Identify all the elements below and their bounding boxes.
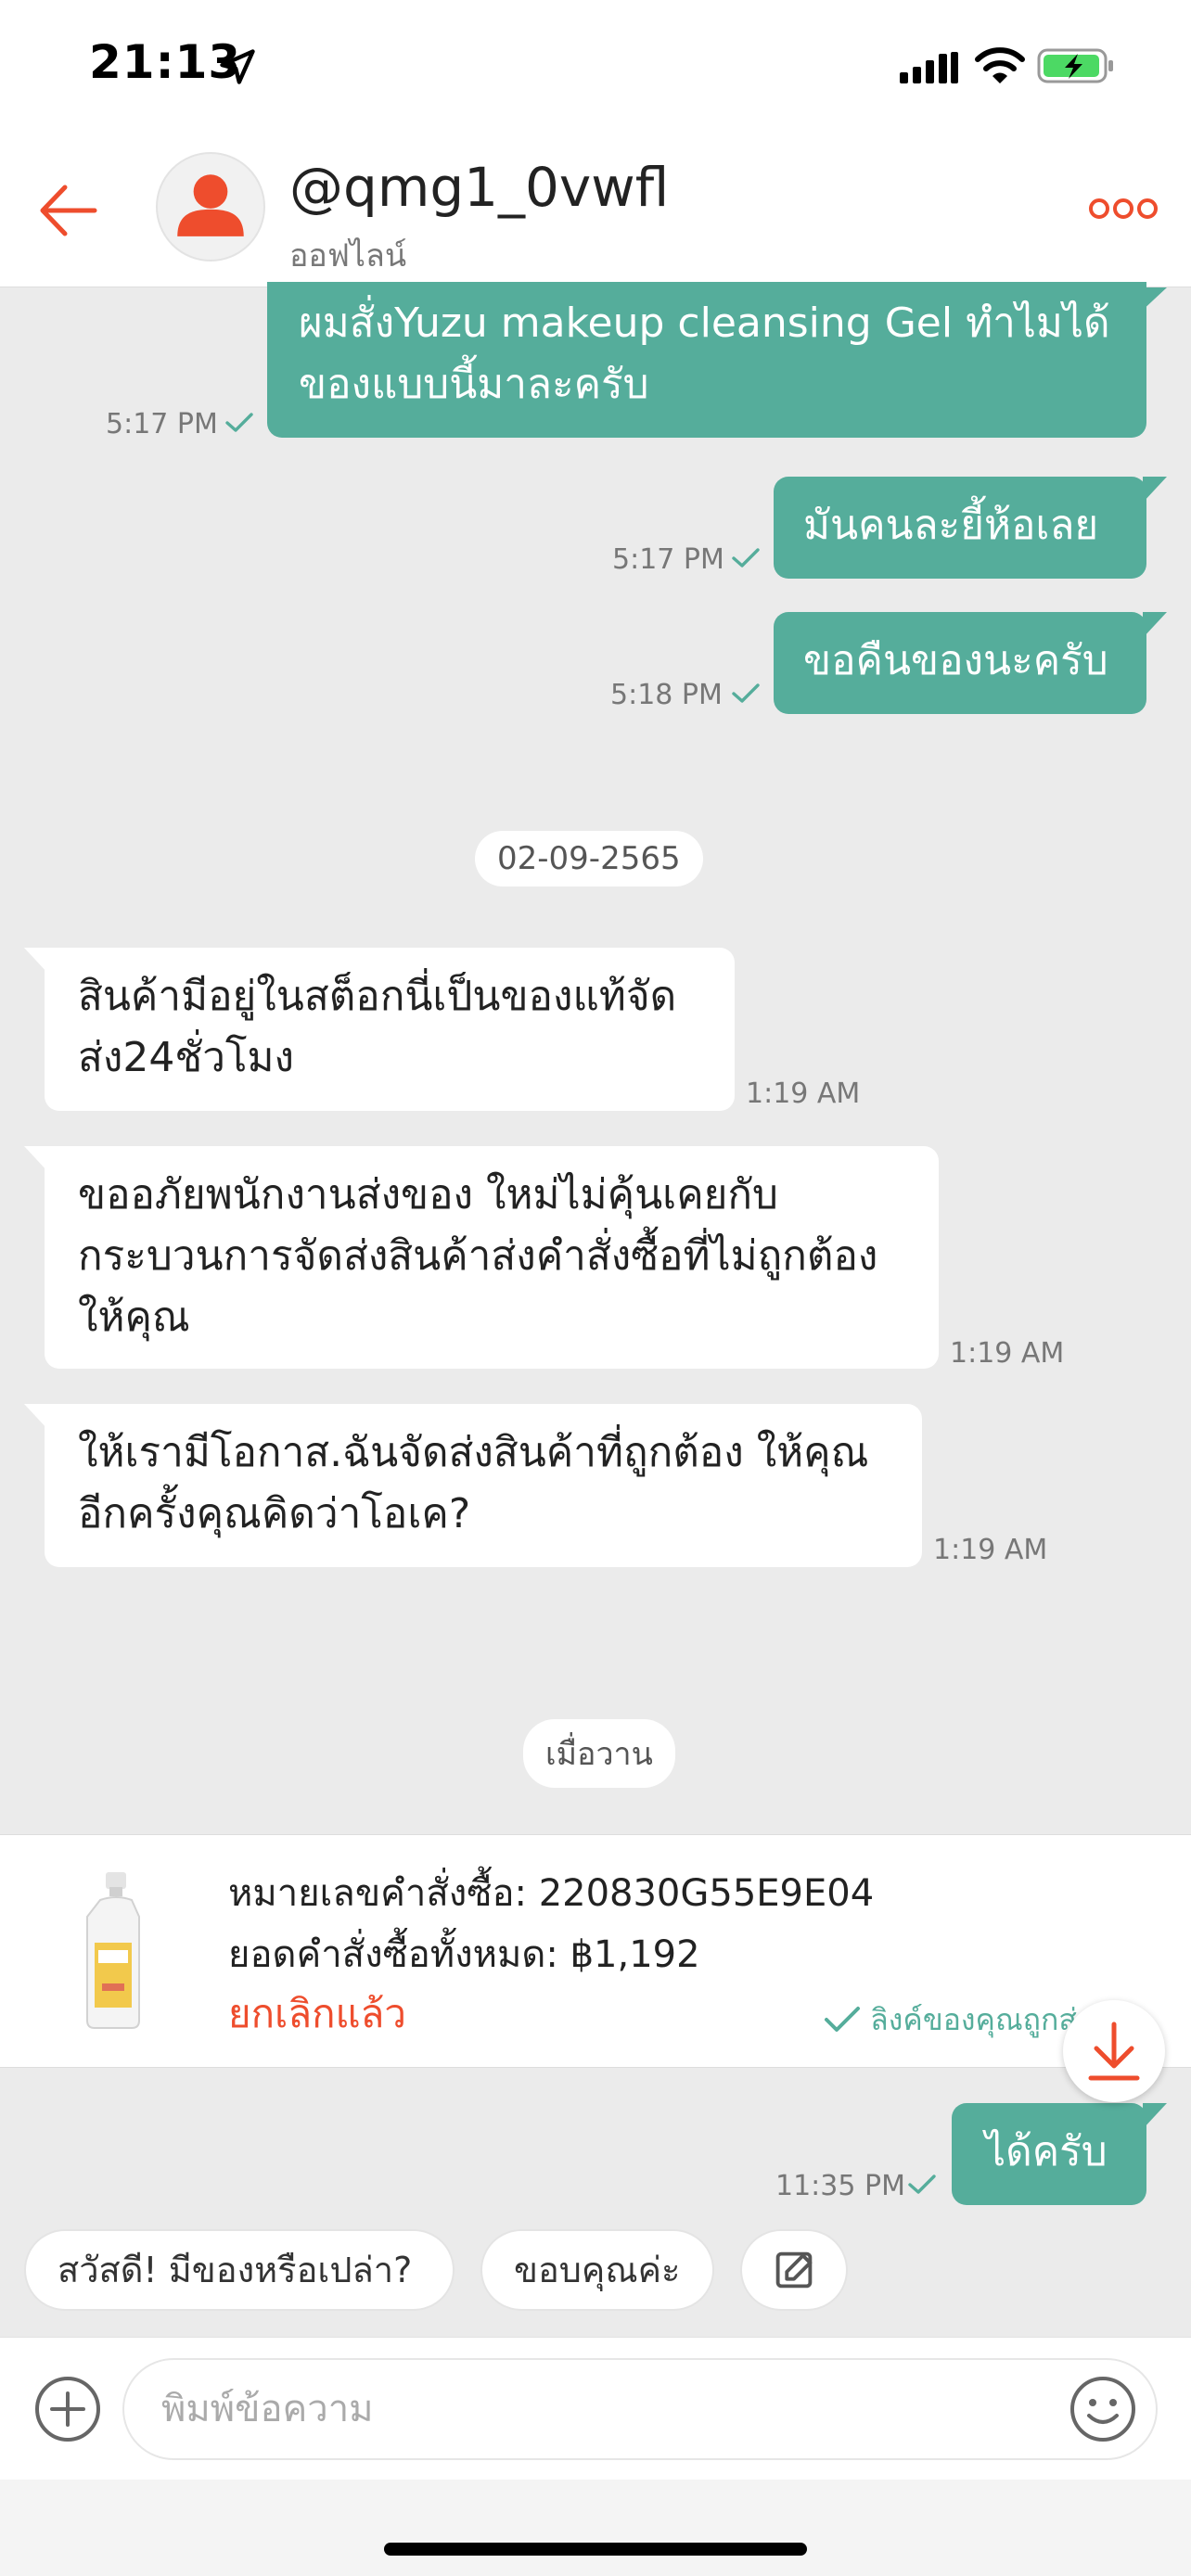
message-time: 5:17 PM (612, 543, 724, 576)
message-text: ได้ครับ (985, 2128, 1108, 2175)
message-time: 1:19 AM (746, 1078, 861, 1110)
bubble-tail (1139, 287, 1167, 313)
bubble-tail (1143, 2103, 1167, 2129)
more-dots-icon[interactable] (1089, 195, 1158, 223)
emoji-icon[interactable] (1069, 2375, 1137, 2443)
message-bubble-outgoing[interactable]: ได้ครับ (952, 2103, 1146, 2205)
product-bottle-image (86, 1872, 140, 2029)
message-text-line: กระบวนการจัดส่งสินค้าส่งคำสั่งซื้อที่ไม่… (78, 1232, 878, 1280)
battery-charging-icon (1037, 48, 1113, 83)
message-bubble-incoming[interactable]: ให้เรามีโอกาส.ฉันจัดส่งสินค้าที่ถูกต้อง … (45, 1404, 922, 1567)
message-time: 11:35 PM (775, 2170, 905, 2202)
order-card[interactable]: หมายเลขคำสั่งซื้อ: 220830G55E9E04 ยอดคำส… (0, 1834, 1191, 2068)
contact-status: ออฟไลน์ (289, 237, 407, 274)
order-number: หมายเลขคำสั่งซื้อ: 220830G55E9E04 (228, 1872, 875, 1915)
avatar-person-icon (177, 174, 244, 236)
message-bubble-outgoing[interactable]: ผมสั่งYuzu makeup cleansing Gel ทำไมได้ … (267, 282, 1146, 438)
message-bubble-outgoing[interactable]: มันคนละยี้ห้อเลย (774, 477, 1146, 579)
quick-reply-chip[interactable]: สวัสดี! มีของหรือเปล่า? (24, 2229, 455, 2311)
check-icon (825, 2007, 860, 2032)
chat-area[interactable]: ผมสั่งYuzu makeup cleansing Gel ทำไมได้ … (0, 282, 1191, 2337)
add-icon[interactable] (33, 2375, 102, 2443)
avatar[interactable] (156, 152, 265, 261)
edit-icon (775, 2251, 813, 2289)
check-icon (225, 413, 253, 432)
message-time: 5:18 PM (610, 679, 723, 711)
scroll-to-bottom-button[interactable] (1063, 2000, 1165, 2102)
message-text-line: อีกครั้งคุณคิดว่าโอเค? (78, 1490, 471, 1537)
message-time: 5:17 PM (106, 408, 218, 440)
contact-name: @qmg1_0vwfl (289, 156, 670, 219)
message-text-line: ผมสั่งYuzu makeup cleansing Gel ทำไมได้ (299, 300, 1110, 347)
wifi-icon (975, 47, 1025, 83)
download-arrow-icon (1088, 2021, 1140, 2081)
date-separator: 02-09-2565 (475, 831, 703, 886)
home-indicator-area (0, 2480, 1191, 2576)
back-arrow-icon[interactable] (35, 178, 100, 243)
message-text-line: ของแบบนี้มาละครับ (299, 361, 649, 408)
check-icon (908, 2174, 936, 2194)
message-bubble-incoming[interactable]: ขออภัยพนักงานส่งของ ใหม่ไม่คุ้นเคยกับ กร… (45, 1146, 939, 1369)
check-icon (732, 548, 760, 567)
order-total: ยอดคำสั่งซื้อทั้งหมด: ฿1,192 (228, 1933, 700, 1976)
message-text-line: ขออภัยพนักงานส่งของ ใหม่ไม่คุ้นเคยกับ (78, 1171, 778, 1218)
check-icon (732, 683, 760, 703)
message-text: มันคนละยี้ห้อเลย (803, 502, 1099, 549)
message-input[interactable] (122, 2358, 1158, 2460)
bubble-tail (1143, 612, 1167, 638)
signal-icon (900, 52, 958, 83)
quick-reply-chip[interactable]: ขอบคุณค่ะ (480, 2229, 714, 2311)
message-time: 1:19 AM (950, 1337, 1065, 1370)
order-status: ยกเลิกแล้ว (228, 1991, 406, 2036)
edit-quick-replies-button[interactable] (740, 2229, 848, 2311)
message-bubble-outgoing[interactable]: ขอคืนของนะครับ (774, 612, 1146, 714)
message-text: ขอคืนของนะครับ (803, 637, 1108, 684)
status-bar: 21:13 (0, 0, 1191, 139)
message-text-line: ส่ง24ชั่วโมง (78, 1034, 295, 1081)
message-text-line: ให้คุณ (78, 1294, 190, 1341)
home-indicator[interactable] (384, 2543, 807, 2556)
message-text-line: สินค้ามีอยู่ในสต็อกนี่เป็นของแท้จัด (78, 973, 677, 1020)
message-bubble-incoming[interactable]: สินค้ามีอยู่ในสต็อกนี่เป็นของแท้จัด ส่ง2… (45, 948, 735, 1111)
date-separator: เมื่อวาน (523, 1719, 675, 1788)
message-input-bar (0, 2337, 1191, 2480)
chat-header: @qmg1_0vwfl ออฟไลน์ (0, 139, 1191, 287)
message-time: 1:19 AM (933, 1534, 1048, 1566)
message-text-line: ให้เรามีโอกาส.ฉันจัดส่งสินค้าที่ถูกต้อง … (78, 1429, 869, 1476)
quick-replies: สวัสดี! มีของหรือเปล่า? ขอบคุณค่ะ (0, 2229, 1191, 2315)
bubble-tail (1143, 477, 1167, 503)
location-arrow-icon (220, 49, 255, 84)
